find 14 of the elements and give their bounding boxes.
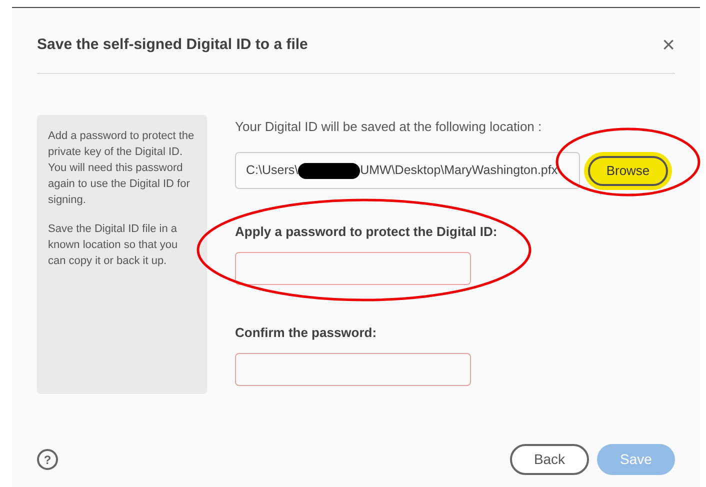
back-button[interactable]: Back xyxy=(510,444,589,475)
close-button[interactable]: × xyxy=(662,34,675,56)
info-text: Save the Digital ID file in a known location so that you can copy it or back it up. xyxy=(48,222,179,268)
confirm-label: Confirm the password: xyxy=(235,324,378,342)
password-label: Apply a password to protect the Digital ID: xyxy=(235,223,498,241)
help-button[interactable]: ? xyxy=(37,449,58,470)
confirm-password-field[interactable] xyxy=(235,353,471,386)
password-field[interactable] xyxy=(235,252,471,284)
location-label: Your Digital ID will be saved at the following location : xyxy=(235,118,543,136)
dialog-title: Save the self-signed Digital ID to a file xyxy=(37,35,308,55)
path-text: C:\Users\ xyxy=(246,162,298,180)
path-field[interactable]: C:\Users\ UMW\Desktop\MaryWashington.pfx xyxy=(235,152,580,189)
path-text: UMW\Desktop\MaryWashington.pfx xyxy=(360,162,558,180)
info-text: Add a password to protect the private key of the Digital ID. You will need this password again to use the Digital ID for signing. xyxy=(48,128,196,208)
